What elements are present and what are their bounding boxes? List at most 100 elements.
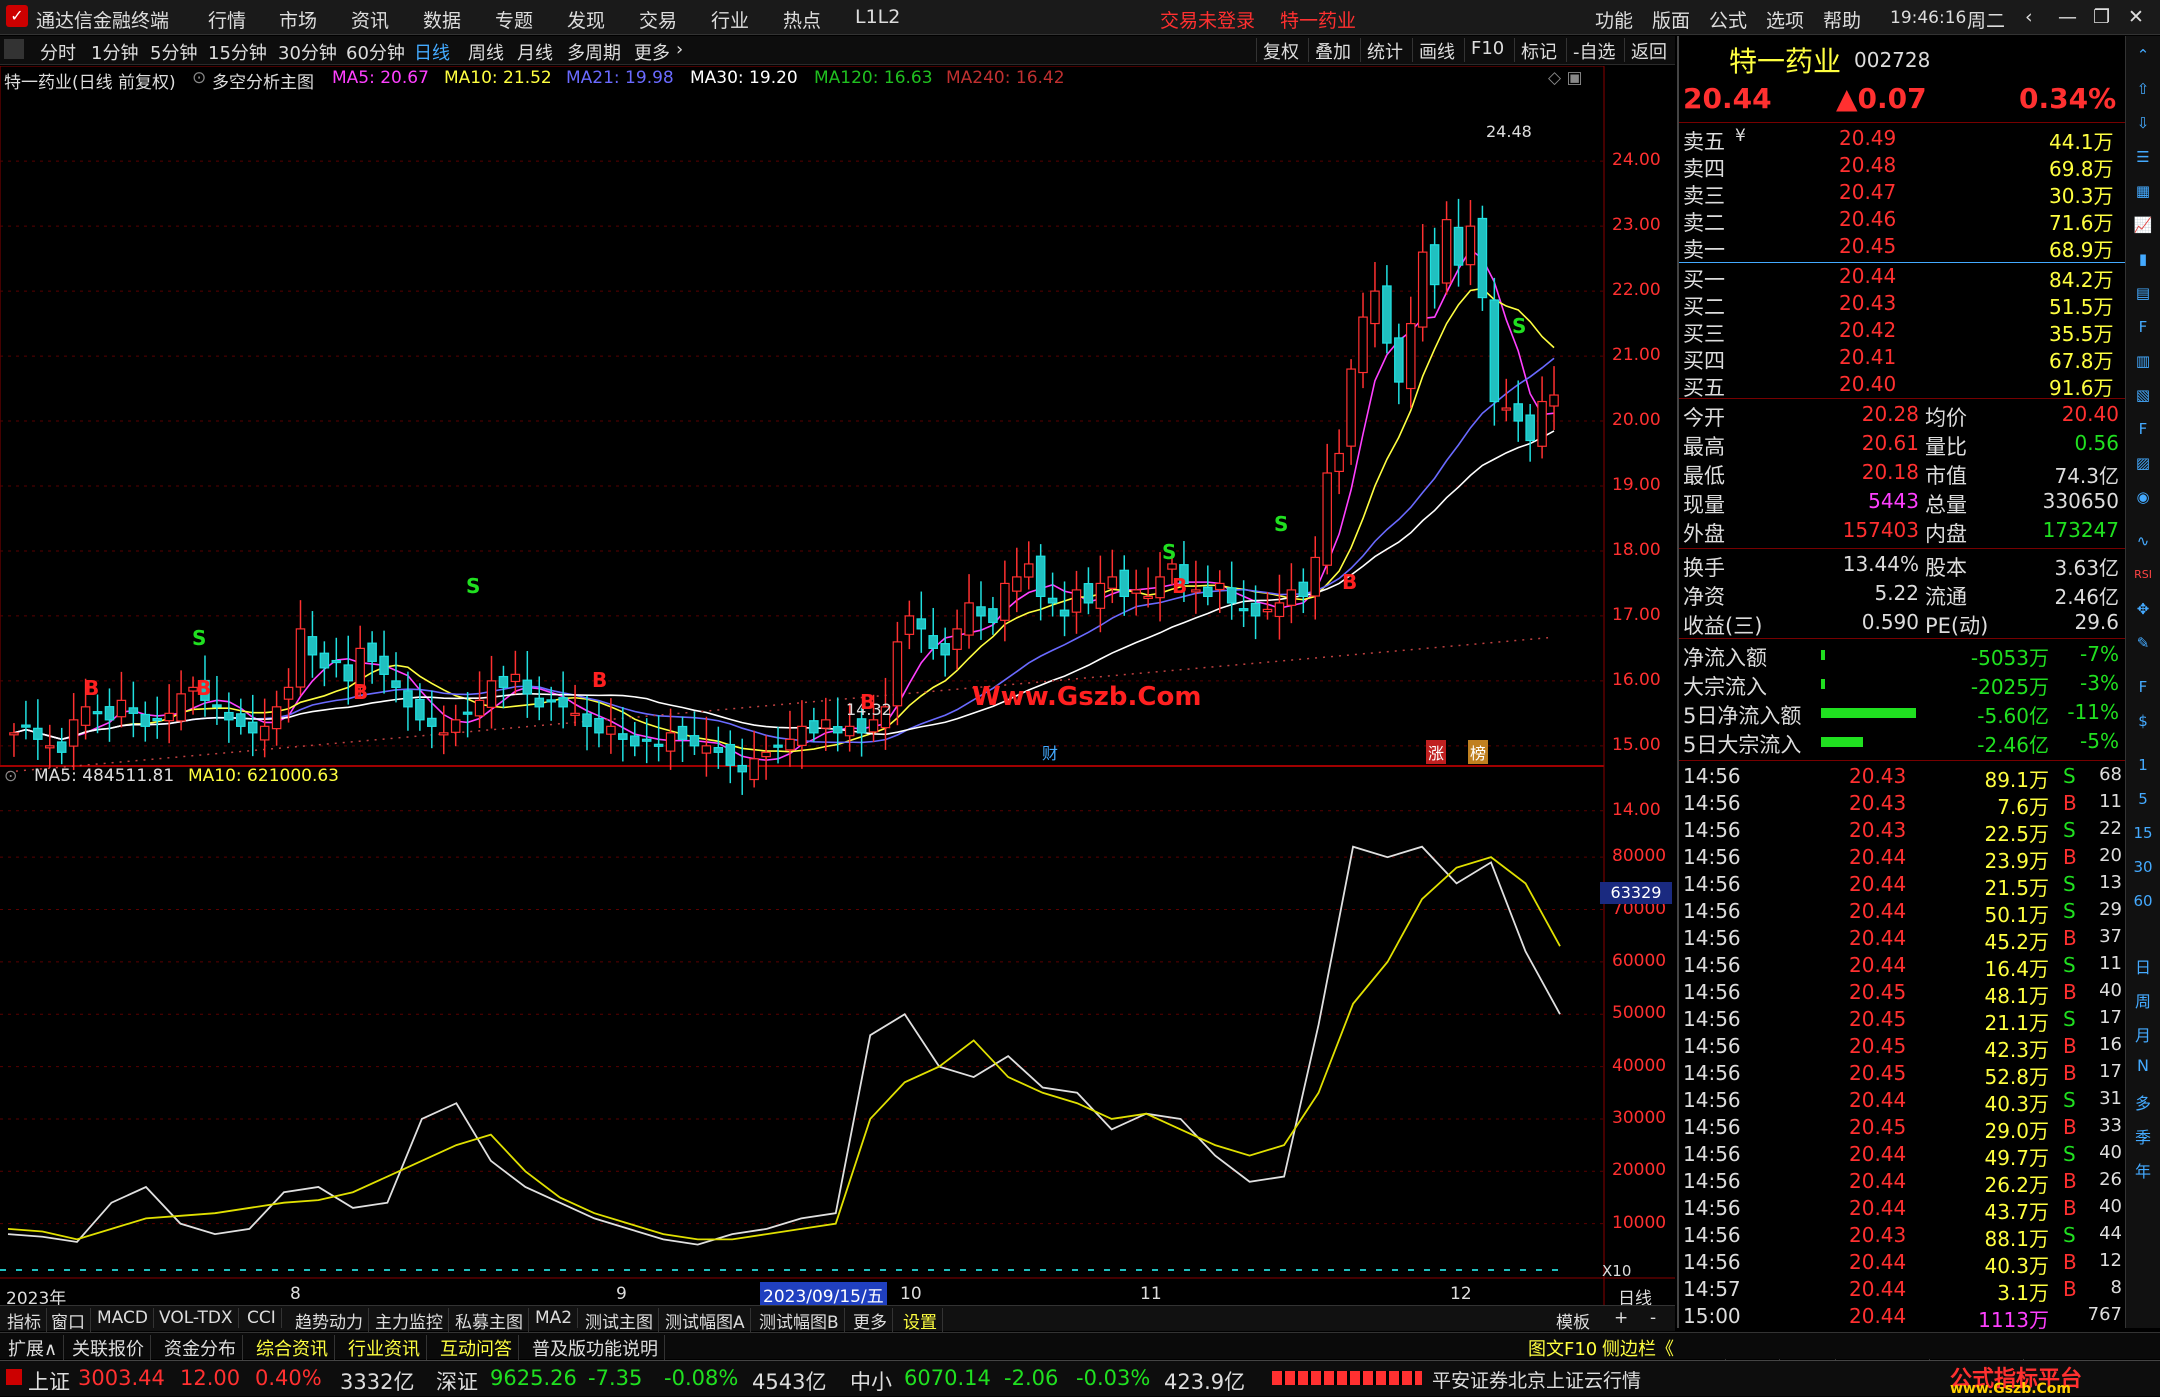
tab-extension-1[interactable]: 关联报价 [66,1335,151,1361]
order-book-buy-row[interactable]: 买三 20.42 35.5万 [1679,318,2125,346]
tab-indicator-0[interactable]: 指标 [2,1308,47,1333]
kline-icon[interactable]: ▮ [2132,248,2154,270]
tick-row[interactable]: 14:56 20.44 16.4万 S 11 [1679,953,2125,981]
limit-up-event-icon[interactable]: 涨 [1426,740,1447,764]
candle[interactable] [1286,563,1297,624]
candle[interactable] [33,699,43,760]
tab-extension-0[interactable]: 扩展∧ [2,1335,65,1361]
candle[interactable] [92,694,103,734]
close-icon[interactable]: ✕ [2128,6,2144,28]
tick-row[interactable]: 15:00 20.44 1113万 767 [1679,1304,2125,1332]
period-shortcut-1[interactable]: 1 [2130,756,2156,774]
tick-row[interactable]: 14:56 20.44 45.2万 B 37 [1679,926,2125,954]
candle[interactable] [952,609,962,670]
index-sh-label[interactable]: 上证 [28,1366,70,1396]
order-book-sell-row[interactable]: 卖四 20.48 69.8万 [1679,153,2125,181]
candle[interactable] [904,600,915,650]
candle[interactable] [1238,580,1249,628]
candle[interactable] [236,698,246,735]
tick-row[interactable]: 14:56 20.44 23.9万 B 20 [1679,845,2125,873]
period-multi[interactable]: 多周期 [567,39,621,65]
template-button[interactable]: 模板 [1556,1308,1590,1333]
candle[interactable] [1549,366,1559,431]
menu-item-options[interactable]: 选项 [1766,6,1804,33]
wave-icon[interactable]: ∿ [2132,530,2154,552]
candlesticks[interactable] [9,198,1559,795]
candle[interactable] [534,676,545,721]
minimize-icon[interactable]: — [2058,6,2077,28]
tick-row[interactable]: 14:56 20.44 40.3万 S 31 [1679,1088,2125,1116]
tab-indicator-12[interactable]: 更多 [848,1308,893,1333]
collapse-up-icon[interactable]: ⌃ [2132,44,2154,66]
kline-chart[interactable] [0,66,1675,1306]
candle[interactable] [1047,572,1058,617]
candle[interactable] [785,710,795,767]
order-book-sell-row[interactable]: 卖一 20.45 68.9万 [1679,234,2125,262]
period-shortcut-30[interactable]: 30 [2130,858,2156,876]
candle[interactable] [1322,443,1332,575]
order-book-buy-row[interactable]: 买五 20.40 91.6万 [1679,372,2125,400]
menu-item-function[interactable]: 功能 [1595,6,1633,33]
period-monthly[interactable]: 月线 [517,39,553,65]
candle[interactable] [629,722,640,757]
back-button[interactable]: 返回 [1624,38,1673,63]
candle[interactable] [247,694,258,757]
candle[interactable] [1477,205,1488,311]
menu-item-help[interactable]: 帮助 [1823,6,1861,33]
period-shortcut-4[interactable]: 多 [2130,1090,2156,1114]
tab-indicator-4[interactable]: CCI [242,1308,282,1328]
period-30min[interactable]: 30分钟 [278,39,337,65]
menu-item-trade[interactable]: 交易 [639,6,677,33]
candle[interactable] [940,627,950,677]
tick-row[interactable]: 14:56 20.43 88.1万 S 44 [1679,1223,2125,1251]
candle[interactable] [343,635,354,705]
menu-item-layout[interactable]: 版面 [1652,6,1690,33]
menu-item-formula[interactable]: 公式 [1709,6,1747,33]
menu-item-industry[interactable]: 行业 [711,6,749,33]
candle[interactable] [1226,561,1237,620]
order-book-buy-row[interactable]: 买二 20.43 51.5万 [1679,291,2125,319]
candle[interactable] [1429,227,1440,309]
period-shortcut-0[interactable]: 日 [2130,954,2156,978]
candle[interactable] [1023,541,1034,590]
period-shortcut-5[interactable]: 季 [2130,1124,2156,1148]
tab-indicator-5[interactable]: 趋势动力 [290,1308,369,1333]
period-5min[interactable]: 5分钟 [150,39,197,65]
arrow-down-icon[interactable]: ⇩ [2132,112,2154,134]
period-shortcut-2[interactable]: 月 [2130,1022,2156,1046]
stats-button[interactable]: 统计 [1360,38,1409,63]
candle[interactable] [164,684,174,744]
candle[interactable] [1525,403,1535,462]
tick-row[interactable]: 14:56 20.45 52.8万 B 17 [1679,1061,2125,1089]
arrow-up-icon[interactable]: ⇧ [2132,78,2154,100]
candle[interactable] [582,695,592,751]
candle[interactable] [1489,277,1500,426]
candle[interactable] [701,716,712,777]
tab-extension-3[interactable]: 综合资讯 [250,1335,335,1361]
candle[interactable] [1501,378,1512,422]
f10-text-button[interactable]: 图文F10 [1528,1335,1597,1361]
candle[interactable] [1405,296,1416,409]
period-60min[interactable]: 60分钟 [346,39,405,65]
tab-indicator-13[interactable]: 设置 [898,1308,943,1333]
index-sz-label[interactable]: 深证 [436,1366,478,1396]
tick-row[interactable]: 14:56 20.44 50.1万 S 29 [1679,899,2125,927]
tick-row[interactable]: 14:56 20.43 22.5万 S 22 [1679,818,2125,846]
candle[interactable] [797,700,807,769]
menu-item-discover[interactable]: 发现 [567,6,605,33]
candle[interactable] [176,670,186,731]
candle[interactable] [809,707,819,742]
candle[interactable] [1298,568,1309,614]
candle[interactable] [916,591,927,653]
candle[interactable] [677,716,688,762]
period-intraday[interactable]: 分时 [40,39,76,65]
candle[interactable] [68,693,79,771]
tab-extension-2[interactable]: 资金分布 [158,1335,243,1361]
tab-indicator-7[interactable]: 私募主图 [450,1308,529,1333]
list-icon[interactable]: ☰ [2132,146,2154,168]
candle[interactable] [331,637,342,678]
menu-item-topics[interactable]: 专题 [495,6,533,33]
menu-item-l1l2[interactable]: L1L2 [855,6,900,28]
pen-icon[interactable]: ✎ [2132,632,2154,654]
candle[interactable] [450,704,461,747]
